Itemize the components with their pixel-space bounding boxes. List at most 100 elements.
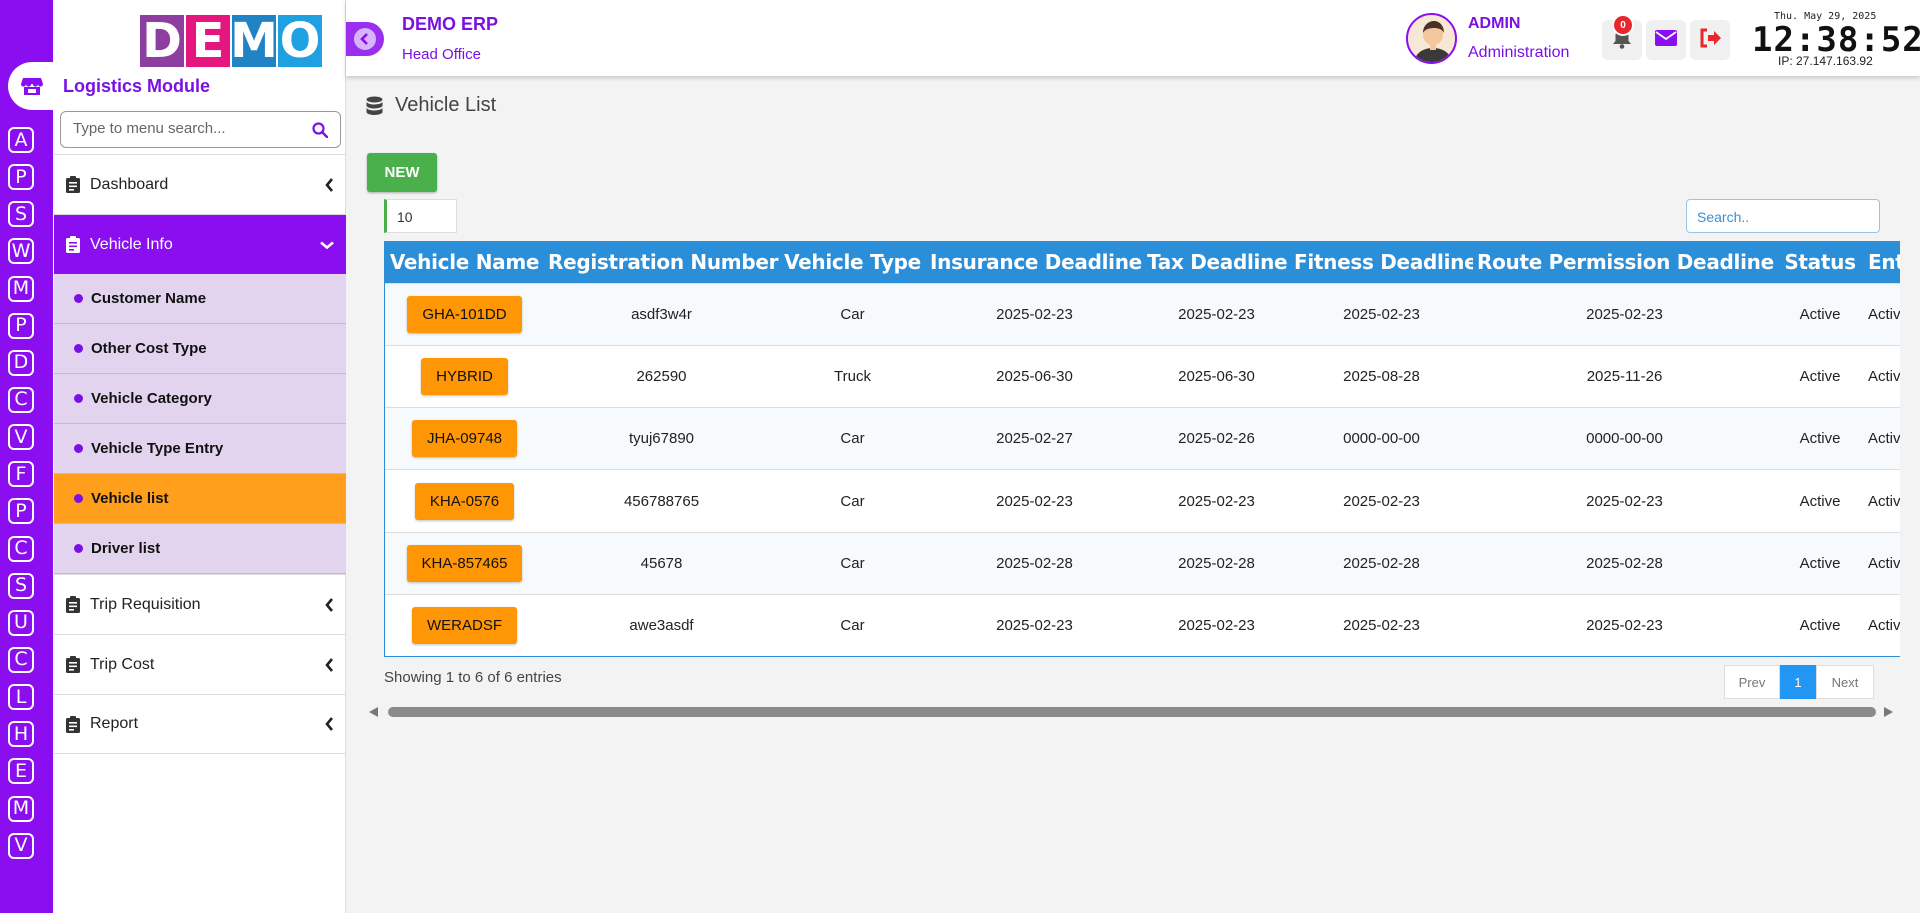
sidebar-item-trip-cost[interactable]: Trip Cost bbox=[54, 634, 346, 694]
scrollbar-thumb[interactable] bbox=[388, 707, 1876, 717]
sidebar-item-report[interactable]: Report bbox=[54, 694, 346, 754]
module-letter-button[interactable]: V bbox=[8, 832, 34, 859]
table-cell: awe3asdf bbox=[629, 617, 694, 635]
sidebar-item-dashboard[interactable]: Dashboard bbox=[54, 154, 346, 214]
notifications-button[interactable]: 0 bbox=[1602, 14, 1642, 60]
sidebar: DEMO Logistics Module Dashboard Vehicle … bbox=[53, 0, 346, 913]
table-cell: Active bbox=[1799, 554, 1841, 572]
logo-letter: M bbox=[230, 13, 278, 69]
table-cell: Active bbox=[1868, 430, 1900, 448]
store-icon[interactable] bbox=[8, 62, 56, 110]
chevron-left-icon bbox=[325, 597, 334, 612]
chevron-down-icon bbox=[320, 240, 334, 249]
module-letter-button[interactable]: C bbox=[8, 386, 34, 413]
chevron-left-icon bbox=[325, 177, 334, 192]
module-letter-button[interactable]: C bbox=[8, 646, 34, 673]
module-letter-button[interactable]: D bbox=[8, 349, 34, 376]
column-header[interactable]: Registration Number bbox=[544, 242, 779, 283]
column-header[interactable]: Route Permission Deadline bbox=[1473, 242, 1776, 283]
sidebar-item-label: Report bbox=[90, 715, 139, 732]
table-info: Showing 1 to 6 of 6 entries bbox=[384, 669, 562, 686]
app-title: DEMO ERP bbox=[402, 14, 499, 34]
table-cell: 2025-02-28 bbox=[1343, 554, 1420, 572]
clipboard-icon bbox=[66, 715, 80, 733]
mail-button[interactable] bbox=[1646, 20, 1686, 60]
module-letter-button[interactable]: A bbox=[8, 127, 34, 153]
column-header[interactable]: Fitness Deadline bbox=[1290, 242, 1473, 283]
module-letter-button[interactable]: P bbox=[8, 312, 34, 339]
avatar[interactable] bbox=[1406, 13, 1457, 64]
sidebar-subitem-vehicle-type-entry[interactable]: Vehicle Type Entry bbox=[54, 424, 346, 474]
module-letter-button[interactable]: P bbox=[8, 498, 34, 525]
table-cell: Car bbox=[840, 492, 865, 510]
module-letter-button[interactable]: L bbox=[8, 684, 34, 711]
module-letter-button[interactable]: W bbox=[8, 238, 34, 265]
vehicle-name-button[interactable]: KHA-857465 bbox=[406, 544, 523, 582]
vehicle-name-button[interactable]: KHA-0576 bbox=[414, 482, 515, 520]
module-letter-button[interactable]: P bbox=[8, 164, 34, 191]
table-cell: 2025-02-28 bbox=[996, 554, 1073, 572]
menu-search-box bbox=[60, 111, 341, 148]
table-cell: KHA-0576 bbox=[385, 470, 544, 532]
sidebar-subitem-vehicle-list[interactable]: Vehicle list bbox=[54, 474, 346, 524]
sidebar-collapse-button[interactable] bbox=[346, 22, 384, 56]
horizontal-scrollbar[interactable] bbox=[366, 704, 1900, 720]
app-rail: APSWMPDCVFPCSUCLHEMV bbox=[0, 0, 56, 913]
prev-page-button[interactable]: Prev bbox=[1724, 665, 1780, 699]
column-header[interactable]: Entry bbox=[1864, 242, 1900, 283]
vehicle-name-button[interactable]: WERADSF bbox=[412, 607, 517, 645]
module-letter-button[interactable]: V bbox=[8, 424, 34, 451]
sidebar-subitem-driver-list[interactable]: Driver list bbox=[54, 524, 346, 574]
sidebar-subitem-vehicle-category[interactable]: Vehicle Category bbox=[54, 374, 346, 424]
vehicle-name-button[interactable]: JHA-09748 bbox=[411, 420, 518, 458]
module-letter-button[interactable]: U bbox=[8, 609, 34, 636]
sidebar-item-trip-requisition[interactable]: Trip Requisition bbox=[54, 574, 346, 634]
page-length-select[interactable]: 10 bbox=[384, 199, 457, 233]
pagination: Prev 1 Next bbox=[1724, 665, 1874, 699]
sidebar-subitem-label: Customer Name bbox=[91, 290, 207, 307]
column-header[interactable]: Tax Deadline bbox=[1143, 242, 1290, 283]
sidebar-subitem-customer-name[interactable]: Customer Name bbox=[54, 274, 346, 324]
module-letter-button[interactable]: F bbox=[8, 461, 34, 488]
table-cell: 2025-02-23 bbox=[1343, 305, 1420, 323]
column-header[interactable]: Vehicle Type bbox=[779, 242, 926, 283]
menu-search-input[interactable] bbox=[73, 120, 303, 137]
sidebar-subitem-other-cost-type[interactable]: Other Cost Type bbox=[54, 324, 346, 374]
notification-badge: 0 bbox=[1612, 14, 1634, 36]
module-letter-button[interactable]: M bbox=[8, 795, 34, 822]
table-search-input[interactable] bbox=[1697, 209, 1867, 225]
module-letter-button[interactable]: S bbox=[8, 201, 34, 228]
table-cell: 2025-06-30 bbox=[1178, 367, 1255, 385]
module-letter-button[interactable]: C bbox=[8, 535, 34, 562]
scroll-left-icon[interactable] bbox=[369, 707, 379, 717]
database-icon bbox=[366, 96, 383, 116]
page-1-button[interactable]: 1 bbox=[1780, 665, 1816, 699]
table-cell: 2025-02-23 bbox=[1343, 617, 1420, 635]
scroll-right-icon[interactable] bbox=[1883, 707, 1893, 717]
table-cell: GHA-101DD bbox=[385, 283, 544, 345]
module-letter-button[interactable]: S bbox=[8, 572, 34, 599]
table-cell: Active bbox=[1799, 367, 1841, 385]
clipboard-icon bbox=[66, 176, 80, 193]
clipboard-icon bbox=[66, 656, 80, 673]
new-vehicle-button[interactable]: NEW bbox=[367, 153, 437, 192]
sidebar-nav: Dashboard Vehicle Info Customer Name Oth… bbox=[54, 154, 346, 754]
next-page-button[interactable]: Next bbox=[1816, 665, 1874, 699]
table-row: JHA-09748 tyuj67890 Car 2025-02-27 2025-02-2… bbox=[385, 407, 1900, 470]
vehicle-name-button[interactable]: HYBRID bbox=[421, 357, 508, 395]
column-header[interactable]: Status bbox=[1776, 242, 1864, 283]
chevron-left-icon bbox=[354, 28, 376, 50]
column-header[interactable]: Vehicle Name bbox=[385, 242, 544, 283]
module-letter-button[interactable]: H bbox=[8, 721, 34, 748]
module-letter-button[interactable]: E bbox=[8, 758, 34, 785]
sidebar-item-vehicle-info[interactable]: Vehicle Info bbox=[54, 214, 346, 274]
module-letter-button[interactable]: M bbox=[8, 275, 34, 302]
column-header[interactable]: Insurance Deadline bbox=[926, 242, 1143, 283]
table-cell: 262590 bbox=[636, 367, 687, 385]
table-cell: 2025-06-30 bbox=[996, 367, 1073, 385]
logout-button[interactable] bbox=[1690, 20, 1730, 60]
chevron-left-icon bbox=[325, 717, 334, 731]
table-cell: Active bbox=[1868, 305, 1900, 323]
vehicle-name-button[interactable]: GHA-101DD bbox=[407, 295, 522, 333]
search-icon[interactable] bbox=[312, 122, 329, 143]
